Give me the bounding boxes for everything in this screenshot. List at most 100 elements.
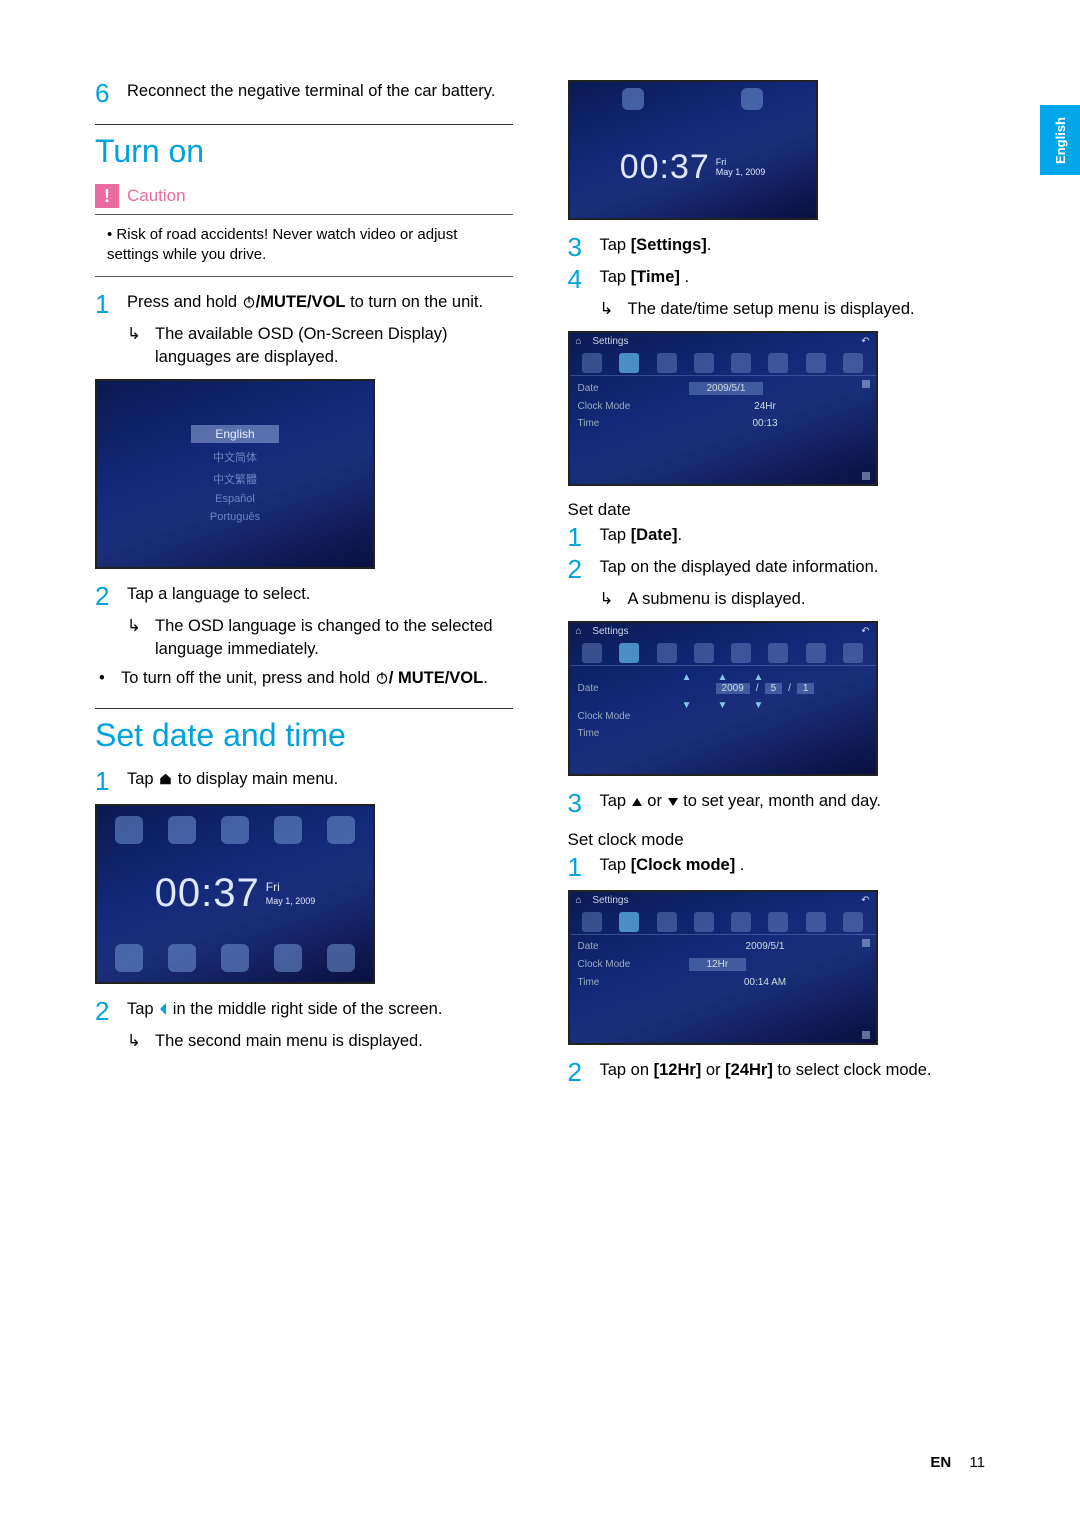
main-menu-screenshot: 00:37 FriMay 1, 2009 [95, 804, 375, 984]
lang-option: 中文简体 [213, 449, 257, 465]
result-arrow: ↳ The OSD language is changed to the sel… [95, 615, 513, 661]
left-column: 6 Reconnect the negative terminal of the… [95, 80, 513, 1091]
menu-icon [327, 944, 355, 972]
left-tab-icon [158, 1002, 168, 1016]
menu-icon [221, 816, 249, 844]
menu-icon [327, 816, 355, 844]
page-number: 11 [969, 1454, 985, 1471]
home-icon [158, 772, 173, 786]
tab-icon [694, 912, 714, 932]
arrow-icon: ↳ [127, 615, 145, 661]
tab-icon [731, 912, 751, 932]
up-triangle-icon [631, 796, 643, 808]
arrow-icon: ↳ [127, 323, 145, 369]
tab-icon [768, 643, 788, 663]
menu-icon [274, 944, 302, 972]
tab-icon [843, 643, 863, 663]
step-number: 1 [95, 768, 113, 794]
right-column: 00:37 FriMay 1, 2009 3 Tap [Settings]. 4… [568, 80, 986, 1091]
step-number: 6 [95, 80, 113, 106]
tab-icon [657, 643, 677, 663]
step-number: 2 [568, 1059, 586, 1085]
lang-selected: English [191, 425, 278, 443]
setdate-step-2: 2 Tap on the displayed date information. [568, 556, 986, 582]
result-arrow: ↳ A submenu is displayed. [568, 588, 986, 611]
home-mini-icon: ⌂ [576, 626, 582, 637]
bullet-icon: • [99, 667, 109, 690]
turn-off-note: • To turn off the unit, press and hold /… [95, 667, 513, 690]
step-number: 1 [95, 291, 113, 317]
tab-icon [843, 912, 863, 932]
setdate-step-1: 1 Tap [Date]. [568, 524, 986, 550]
caution-icon: ! [95, 184, 119, 208]
tab-icon [582, 912, 602, 932]
tab-icon [657, 353, 677, 373]
settings-icon [622, 88, 644, 110]
date-edit-screenshot: ⌂ Settings↶ ▲▲▲ Date 2009 / 5 / 1 ▼▼▼ Cl… [568, 621, 878, 776]
step-text: Tap to display main menu. [127, 768, 513, 794]
page-footer: EN 11 [930, 1454, 985, 1471]
step-text: Tap in the middle right side of the scre… [127, 998, 513, 1024]
result-arrow: ↳ The available OSD (On-Screen Display) … [95, 323, 513, 369]
step-text: Tap on the displayed date information. [600, 556, 986, 582]
home-mini-icon: ⌂ [576, 895, 582, 906]
home-mini-icon: ⌂ [576, 336, 582, 347]
back-icon: ↶ [861, 626, 869, 637]
arrow-icon: ↳ [600, 588, 618, 611]
lang-option: Español [215, 493, 255, 505]
step-text: Tap [Clock mode] . [600, 854, 986, 880]
tab-icon [694, 353, 714, 373]
result-arrow: ↳ The date/time setup menu is displayed. [568, 298, 986, 321]
tab-icon [657, 912, 677, 932]
menu-icon [274, 816, 302, 844]
down-triangle-icon [667, 796, 679, 808]
menu-icon [221, 944, 249, 972]
dualzone-icon [741, 88, 763, 110]
back-icon: ↶ [861, 895, 869, 906]
power-icon [242, 295, 256, 309]
back-icon: ↶ [861, 336, 869, 347]
step-text: Tap [Time] . [600, 266, 986, 292]
step-text: Tap a language to select. [127, 583, 513, 609]
tab-icon [694, 643, 714, 663]
tab-icon [768, 353, 788, 373]
tab-icon [582, 353, 602, 373]
lang-option: Português [210, 511, 260, 523]
tab-icon [768, 912, 788, 932]
step-number: 2 [95, 583, 113, 609]
tab-icon [806, 643, 826, 663]
step-text: Tap [Settings]. [600, 234, 986, 260]
lang-option: 中文繁體 [213, 471, 257, 487]
scroll-up-icon [862, 380, 870, 388]
tab-icon [731, 353, 751, 373]
sdt-step-1: 1 Tap to display main menu. [95, 768, 513, 794]
footer-lang: EN [930, 1454, 951, 1471]
up-triangles: ▲▲▲ [574, 672, 872, 683]
tab-icon [619, 353, 639, 373]
step-6: 6 Reconnect the negative terminal of the… [95, 80, 513, 106]
language-select-screenshot: English 中文简体 中文繁體 Español Português [95, 379, 375, 569]
menu-icon [168, 944, 196, 972]
step-text: Tap or to set year, month and day. [600, 790, 986, 816]
caution-title: Caution [127, 186, 186, 206]
tab-icon [582, 643, 602, 663]
section-divider [95, 124, 513, 125]
arrow-icon: ↳ [600, 298, 618, 321]
section-turn-on: Turn on [95, 133, 513, 170]
power-icon [375, 671, 389, 685]
language-side-tab: English [1040, 105, 1080, 175]
menu-icon [168, 816, 196, 844]
step-number: 1 [568, 524, 586, 550]
step-text: Press and hold /MUTE/VOL to turn on the … [127, 291, 513, 317]
caution-divider-bottom [95, 276, 513, 277]
caution-header: ! Caution [95, 184, 513, 208]
scroll-down-icon [862, 1031, 870, 1039]
tab-icon [619, 643, 639, 663]
step-number: 1 [568, 854, 586, 880]
section-set-date-time: Set date and time [95, 717, 513, 754]
setclock-step-1: 1 Tap [Clock mode] . [568, 854, 986, 880]
turnon-step-1: 1 Press and hold /MUTE/VOL to turn on th… [95, 291, 513, 317]
step-number: 3 [568, 790, 586, 816]
tab-icon [806, 353, 826, 373]
sdt-step-2: 2 Tap in the middle right side of the sc… [95, 998, 513, 1024]
